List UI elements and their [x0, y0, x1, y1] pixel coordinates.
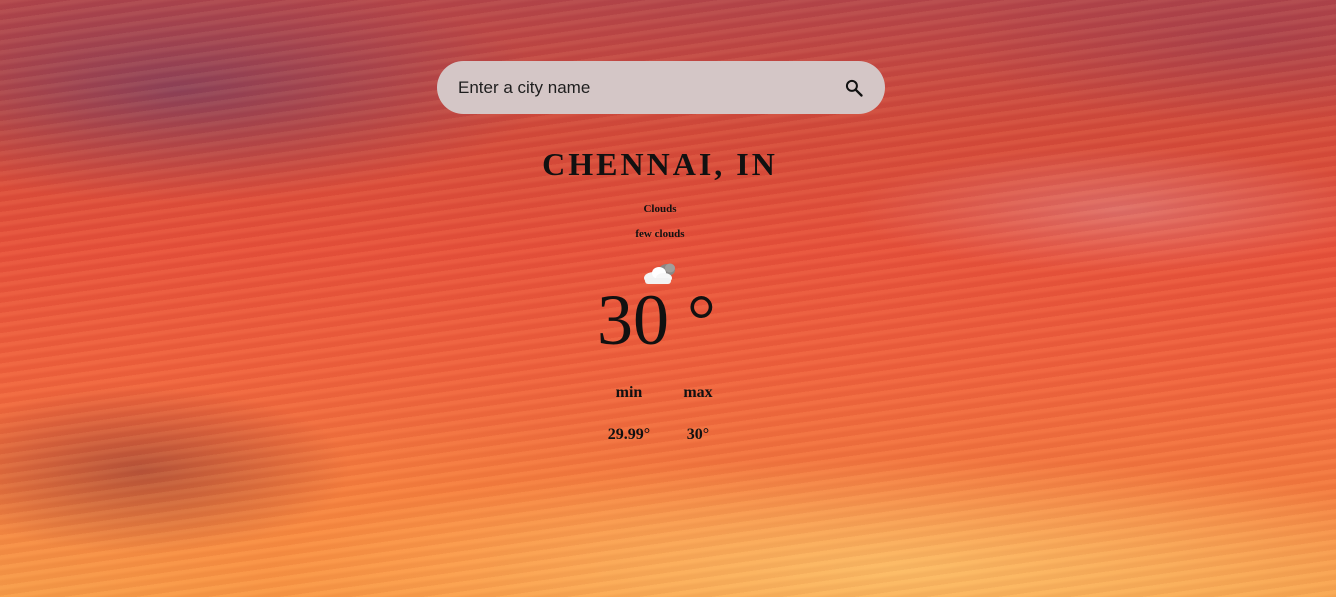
weather-description: few clouds — [635, 228, 685, 240]
min-temp-column: min 29.99° — [598, 384, 660, 444]
min-label: min — [615, 384, 643, 401]
city-search-input[interactable] — [458, 72, 841, 103]
search-icon[interactable] — [841, 75, 867, 101]
max-value: 30° — [686, 426, 710, 443]
max-temp-column: max 30° — [670, 384, 726, 444]
temperature: 30 ° — [597, 280, 716, 360]
weather-main: Clouds — [643, 203, 677, 215]
min-value: 29.99° — [607, 426, 651, 443]
search-bar — [437, 61, 885, 114]
max-label: max — [683, 384, 713, 401]
city-name: CHENNAI, IN — [542, 146, 778, 182]
